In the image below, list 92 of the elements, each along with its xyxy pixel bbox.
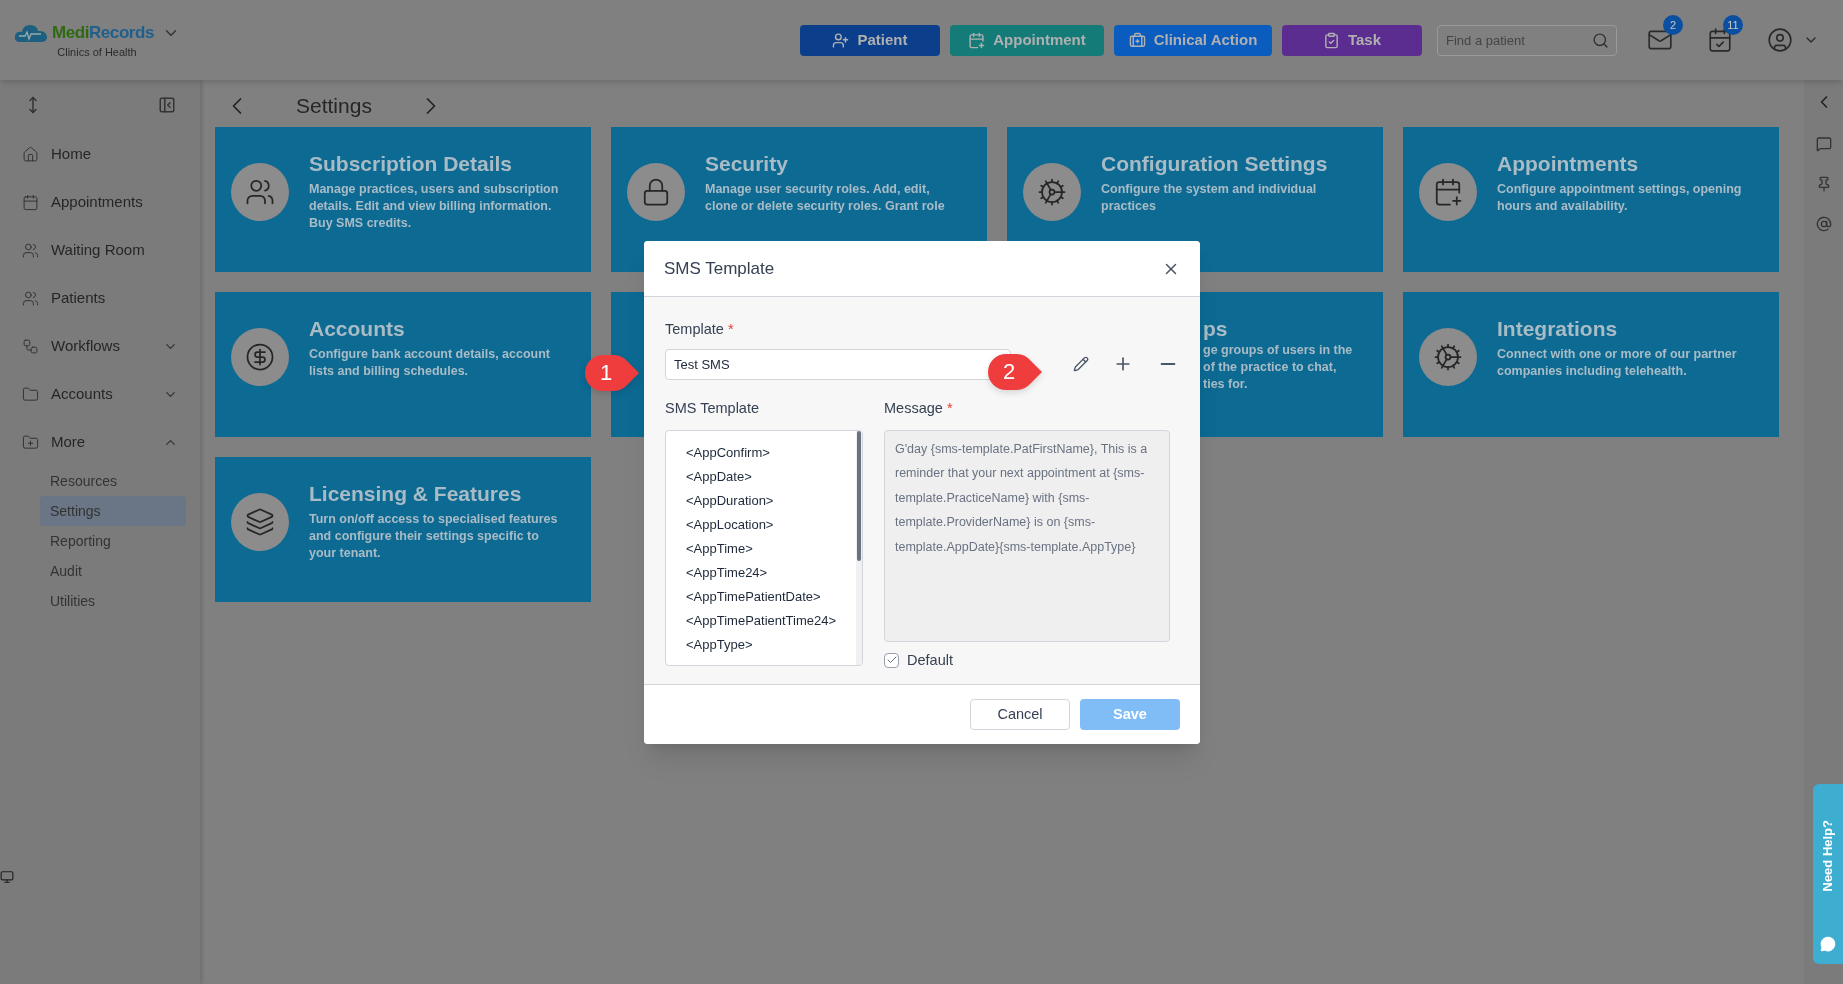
scrollbar-thumb[interactable]	[857, 430, 861, 561]
message-field[interactable]: G'day {sms-template.PatFirstName}, This is a reminder that your next appointment at {sms-template.PracticeName} with {sms-template.ProviderName} is on {sms-template.AppDate}{sms-template.AppType}	[884, 429, 1170, 642]
callout-marker: 1	[584, 354, 640, 392]
need-help-tab[interactable]: Need Help?	[1813, 784, 1843, 964]
quick-action-button[interactable]: Patient	[800, 24, 940, 56]
layers-icon	[245, 507, 275, 537]
token-item[interactable]: <AppConfirm>	[686, 440, 856, 465]
card-title: Licensing & Features	[309, 481, 523, 507]
callout-marker: 2	[987, 353, 1043, 391]
card-title: Integrations	[1497, 316, 1619, 342]
card-description: Connect with one or more of our partner companies including telehealth.	[1497, 346, 1738, 381]
calendar-plus-icon	[968, 31, 986, 49]
settings-card[interactable]: Appointments Configure appointment settings, opening hours and availability.	[1403, 127, 1779, 272]
token-item[interactable]: <AppType>	[686, 632, 856, 657]
card-title: Subscription Details	[309, 151, 514, 177]
quick-action-button[interactable]: Task	[1282, 24, 1422, 56]
token-item[interactable]: <AppDuration>	[686, 488, 856, 513]
token-item[interactable]: <AppTime>	[686, 536, 856, 561]
person-plus-icon	[832, 31, 850, 49]
settings-card[interactable]: Integrations Connect with one or more of our partner companies including telehealth.	[1403, 292, 1779, 437]
user-avatar-icon[interactable]	[1767, 27, 1793, 53]
notification-count: 11	[1723, 15, 1743, 35]
nav-item[interactable]: More	[0, 418, 200, 466]
token-item[interactable]: <AppLocation>	[686, 512, 856, 537]
field-label: Template *	[665, 320, 735, 339]
people-icon	[22, 241, 39, 259]
workflow-icon	[22, 337, 39, 355]
monitor-icon[interactable]	[0, 870, 14, 884]
people-icon	[22, 289, 39, 307]
nav-item[interactable]: Home	[0, 130, 200, 178]
folder-icon	[22, 385, 39, 403]
nav-subitem[interactable]: Settings	[40, 496, 186, 526]
settings-card[interactable]: Subscription Details Manage practices, users and subscription details. Edit and view billing information. Buy SMS credits.	[215, 127, 591, 272]
card-description: Turn on/off access to specialised features and configure their settings specific to your tenant.	[309, 511, 559, 563]
calendar-plus-icon	[1433, 177, 1463, 207]
search-icon[interactable]	[1592, 31, 1609, 49]
nav-item[interactable]: Appointments	[0, 178, 200, 226]
settings-card[interactable]: Accounts Configure bank account details, account lists and billing schedules.	[215, 292, 591, 437]
folder-plus-icon	[22, 433, 39, 451]
page-title: Settings	[296, 93, 372, 120]
card-title: Appointments	[1497, 151, 1640, 177]
house-icon	[22, 145, 39, 163]
dollar-icon	[245, 342, 275, 372]
card-description: of the practice to chat,	[1203, 359, 1338, 377]
nav-subitem[interactable]: Reporting	[40, 526, 186, 556]
card-description: Manage practices, users and subscription details. Edit and view billing information. Buy SMS credits.	[309, 181, 560, 233]
token-item[interactable]: <AppTimePatientTime24>	[686, 608, 856, 633]
card-title: ps	[1203, 316, 1229, 342]
clinic-name: Clinics of Health	[57, 44, 137, 60]
default-checkbox[interactable]	[884, 652, 899, 668]
nav-item[interactable]: Waiting Room	[0, 226, 200, 274]
card-description: Configure bank account details, account lists and billing schedules.	[309, 346, 551, 381]
token-item[interactable]: <AppTimePatientDate>	[686, 584, 856, 609]
edit-icon[interactable]	[1073, 356, 1089, 373]
card-description: ties for.	[1203, 376, 1249, 394]
nav-item[interactable]: Accounts	[0, 370, 200, 418]
card-title: Configuration Settings	[1101, 151, 1329, 177]
speech-bubble-icon	[1820, 936, 1836, 952]
nav-item[interactable]: Workflows	[0, 322, 200, 370]
card-description: Configure the system and individual practices	[1101, 181, 1318, 216]
token-item[interactable]: <AppTime24>	[686, 560, 856, 585]
card-title: Security	[705, 151, 789, 177]
calendar-icon	[22, 193, 39, 211]
checkbox-label: Default	[907, 650, 953, 670]
settings-card[interactable]: Licensing & Features Turn on/off access to specialised features and configure their settings specific to your tenant.	[215, 457, 591, 602]
lock-icon	[641, 177, 671, 207]
nav-subitem[interactable]: Resources	[40, 466, 186, 496]
at-sign-icon[interactable]	[1815, 216, 1832, 232]
nav-subitem[interactable]: Utilities	[40, 586, 186, 616]
collapse-menu-icon[interactable]	[158, 96, 176, 114]
medical-kit-icon	[1128, 31, 1146, 49]
card-title: Accounts	[309, 316, 406, 342]
nav-item[interactable]: Patients	[0, 274, 200, 322]
nav-subitem[interactable]: Audit	[40, 556, 186, 586]
clipboard-check-icon	[1322, 31, 1340, 49]
calendar-check-icon[interactable]	[1707, 27, 1733, 53]
notification-count: 2	[1663, 15, 1683, 35]
brand-name: MediRecords	[51, 22, 155, 44]
quick-action-button[interactable]: Clinical Action	[1114, 24, 1272, 56]
people-icon	[245, 177, 275, 207]
gear-icon	[1037, 177, 1067, 207]
card-description: ge groups of users in the	[1203, 342, 1354, 360]
gear-icon	[1433, 342, 1463, 372]
cancel-button[interactable]: Cancel	[970, 699, 1070, 730]
patient-search-field[interactable]: Find a patient	[1437, 24, 1617, 56]
card-description: Manage user security roles. Add, edit, clone or delete security roles. Grant role	[705, 181, 946, 216]
token-item[interactable]: <AppDate>	[686, 464, 856, 489]
chat-icon[interactable]	[1815, 136, 1832, 152]
card-description: Configure appointment settings, opening hours and availability.	[1497, 181, 1743, 216]
quick-action-button[interactable]: Appointment	[950, 24, 1104, 56]
field-label: SMS Template	[665, 398, 761, 418]
field-label: Message *	[884, 398, 954, 418]
